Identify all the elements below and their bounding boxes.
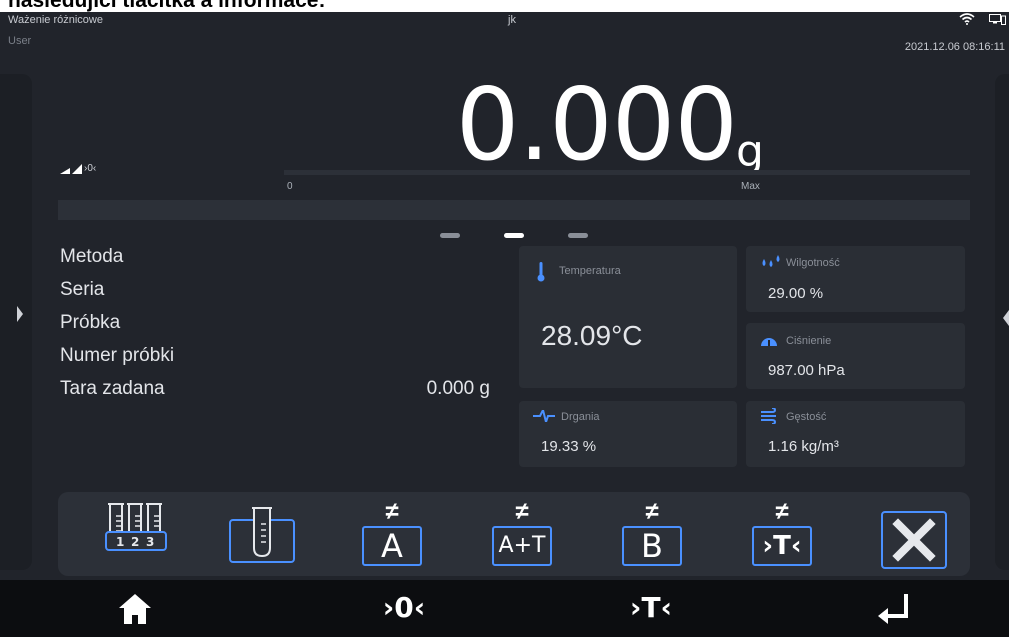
density-label: Gęstość [786,411,827,423]
user-name[interactable]: User [8,35,31,47]
humidity-label: Wilgotność [786,257,840,269]
bottom-nav-bar: ›0‹ ›T‹ [0,580,1009,637]
param-label: Numer próbki [60,345,175,366]
datetime: 2021.12.06 08:16:11 [904,41,1005,53]
tare-a-plus-t-button[interactable]: ≠ A+T [488,498,564,570]
bargraph-max-label: Max [741,181,760,192]
close-button[interactable] [880,498,956,570]
panel-expand-left-icon[interactable] [1003,310,1009,326]
tare-button[interactable]: ≠ ›T‹ [748,498,824,570]
document-heading: následující tlačítka a informace: [8,0,326,12]
page-dot-1[interactable] [440,233,460,238]
gauge-icon [761,338,777,346]
param-value: 0.000 g [426,378,490,399]
density-tile[interactable]: Gęstość 1.16 kg/m³ [746,401,965,467]
pressure-tile[interactable]: Ciśnienie 987.00 hPa [746,323,965,389]
vibration-label: Drgania [561,411,600,423]
tare-label: ›T‹ [752,526,812,566]
pressure-value: 987.00 hPa [768,362,845,379]
param-label: Tara zadana [60,378,165,399]
density-value: 1.16 kg/m³ [768,438,839,455]
param-row-sample-number: Numer próbki [60,339,500,372]
wind-icon [761,408,777,424]
param-row-series: Seria [60,273,500,306]
enter-icon [878,594,908,624]
param-label: Metoda [60,246,124,267]
wifi-icon [959,13,975,25]
vibration-value: 19.33 % [541,438,597,455]
zero-button[interactable]: ›0‹ [374,588,434,628]
tare-b-button[interactable]: ≠ B [618,498,694,570]
home-icon [119,594,151,624]
pressure-label: Ciśnienie [786,335,832,347]
status-bar: Ważenie różnicowe User jk 2021.12.06 08:… [0,12,1009,60]
app-title: Ważenie różnicowe [8,14,103,26]
temperature-tile[interactable]: Temperatura 28.09°C [519,246,737,388]
not-equal-icon: ≠ [515,498,529,525]
vibration-icon [533,410,555,422]
param-row-preset-tare: Tara zadana 0.000 g [60,372,500,405]
svg-text:1: 1 [116,535,124,549]
series-button[interactable]: 1 2 3 [104,498,180,570]
vibration-tile[interactable]: Drgania 19.33 % [519,401,737,467]
humidity-tile[interactable]: Wilgotność 29.00 % [746,246,965,312]
tare-b-label: B [622,526,682,566]
temperature-value: 28.09°C [541,320,643,351]
svg-text:3: 3 [146,535,154,549]
not-equal-icon: ≠ [645,498,659,525]
left-side-panel[interactable] [0,74,32,570]
svg-text:2: 2 [131,535,139,549]
page-dot-3[interactable] [568,233,588,238]
home-button[interactable] [105,588,165,628]
page-dot-2[interactable] [504,233,524,238]
thermometer-icon [537,262,545,282]
humidity-value: 29.00 % [768,285,824,302]
tare-a-label: A [362,526,422,566]
test-tube-icon [229,507,295,563]
weight-unit[interactable]: g [736,130,764,174]
tare-a-plus-t-label: A+T [492,526,552,566]
tare-a-button[interactable]: ≠ A [358,498,434,570]
test-tubes-series-icon: 1 2 3 [105,503,167,551]
tare-nav-button[interactable]: ›T‹ [621,588,681,628]
sample-button[interactable] [228,498,304,570]
page-indicator [440,233,590,239]
weight-display: 0.000 [455,66,738,183]
enter-button[interactable] [864,588,924,628]
action-bar: 1 2 3 ≠ A ≠ A+T ≠ B ≠ ›T‹ [58,492,970,576]
temperature-label: Temperatura [559,265,621,277]
parameter-list: Metoda Seria Próbka Numer próbki Tara za… [60,240,500,405]
info-strip [58,200,970,220]
param-label: Próbka [60,312,121,333]
not-equal-icon: ≠ [385,498,399,525]
close-icon [881,511,947,569]
zero-indicator: ›0‹ [84,163,97,174]
param-row-sample: Próbka [60,306,500,339]
droplets-icon [762,255,780,267]
bargraph-min-label: 0 [287,181,293,192]
bargraph [284,170,970,175]
param-row-method: Metoda [60,240,500,273]
panel-expand-right-icon[interactable] [17,306,23,322]
balance-screen: Ważenie różnicowe User jk 2021.12.06 08:… [0,12,1009,637]
param-label: Seria [60,279,105,300]
stability-icon [60,164,82,174]
operator-name: jk [508,14,516,26]
device-connection-icon [989,14,1006,25]
not-equal-icon: ≠ [775,498,789,525]
